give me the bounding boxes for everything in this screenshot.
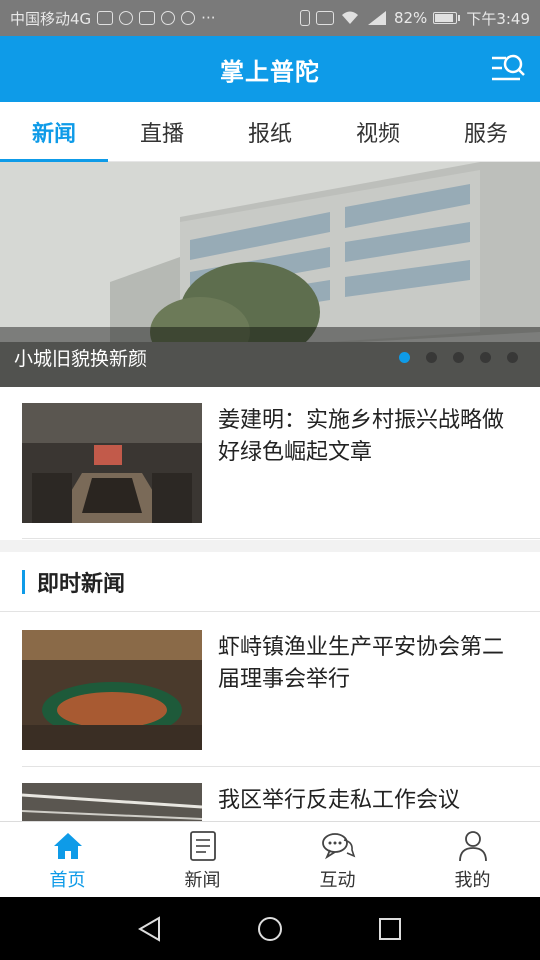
chat-icon xyxy=(321,833,355,860)
status-bar: 中国移动4G ··· 82% 下午3:49 xyxy=(0,0,540,36)
more-notifications-icon: ··· xyxy=(201,9,216,27)
section-gap xyxy=(0,540,540,552)
news-thumbnail xyxy=(22,783,202,821)
divider xyxy=(22,538,540,539)
carrier-label: 中国移动4G xyxy=(10,9,92,28)
back-button[interactable] xyxy=(130,909,170,949)
vibrate-icon xyxy=(299,10,310,26)
nav-news-label: 新闻 xyxy=(184,870,221,891)
tab-service[interactable]: 服务 xyxy=(432,102,540,161)
clock: 下午3:49 xyxy=(466,9,530,28)
search-notification-icon xyxy=(119,11,134,25)
news-title: 虾峙镇渔业生产平安协会第二届理事会举行 xyxy=(218,635,505,692)
news-item[interactable]: 虾峙镇渔业生产平安协会第二届理事会举行 xyxy=(0,630,540,750)
banner-dot[interactable] xyxy=(480,352,491,363)
notification-icon xyxy=(97,11,114,25)
status-right: 82% 下午3:49 xyxy=(299,8,530,29)
news-thumbnail xyxy=(22,403,202,523)
home-circle-icon xyxy=(258,916,282,941)
battery-icon xyxy=(433,12,461,24)
tab-news[interactable]: 新闻 xyxy=(0,102,108,162)
section-accent-bar xyxy=(22,569,25,594)
banner-dot[interactable] xyxy=(399,352,410,363)
banner-dot[interactable] xyxy=(507,352,518,363)
banner-dot[interactable] xyxy=(453,352,464,363)
home-button[interactable] xyxy=(250,909,290,949)
banner-carousel[interactable]: 小城旧貌换新颜 xyxy=(0,162,540,387)
hd-icon xyxy=(315,11,334,25)
message-notification-icon xyxy=(161,11,176,25)
tab-video[interactable]: 视频 xyxy=(324,102,432,161)
battery-percent: 82% xyxy=(393,9,428,27)
status-left: 中国移动4G ··· xyxy=(10,8,215,29)
nav-profile-label: 我的 xyxy=(454,870,491,891)
wifi-icon xyxy=(341,11,358,24)
section-header-instant-news: 即时新闻 xyxy=(0,552,540,612)
divider xyxy=(22,766,540,767)
app-title: 掌上普陀 xyxy=(220,57,320,86)
news-title: 我区举行反走私工作会议 xyxy=(218,788,461,813)
nav-home[interactable]: 首页 xyxy=(0,822,135,897)
nav-interact-label: 互动 xyxy=(319,870,356,891)
user-icon xyxy=(458,831,487,862)
recents-square-icon xyxy=(379,917,401,940)
banner-dot[interactable] xyxy=(426,352,437,363)
menu-search-icon[interactable] xyxy=(490,52,526,86)
bottom-navigation: 首页 新闻 互动 我的 xyxy=(0,821,540,897)
nav-profile[interactable]: 我的 xyxy=(405,822,540,897)
section-title: 即时新闻 xyxy=(37,571,126,597)
recents-button[interactable] xyxy=(370,909,410,949)
tab-live[interactable]: 直播 xyxy=(108,102,216,161)
signal-icon xyxy=(367,11,386,25)
tab-newspaper[interactable]: 报纸 xyxy=(216,102,324,161)
battery-fill xyxy=(435,14,454,22)
nav-news[interactable]: 新闻 xyxy=(135,822,270,897)
news-item[interactable]: 我区举行反走私工作会议 xyxy=(0,783,540,821)
home-icon xyxy=(53,833,82,859)
nav-interact[interactable]: 互动 xyxy=(270,822,405,897)
nav-home-label: 首页 xyxy=(49,870,86,891)
news-thumbnail xyxy=(22,630,202,750)
app-header: 掌上普陀 xyxy=(0,36,540,102)
banner-indicator xyxy=(399,352,518,363)
document-icon xyxy=(189,831,216,861)
category-tabs: 新闻 直播 报纸 视频 服务 xyxy=(0,102,540,162)
news-title: 姜建明：实施乡村振兴战略做好绿色崛起文章 xyxy=(218,408,505,465)
news-item[interactable]: 姜建明：实施乡村振兴战略做好绿色崛起文章 xyxy=(0,403,540,523)
back-triangle-icon xyxy=(138,915,160,942)
app-notification-icon xyxy=(139,11,156,25)
system-navigation-bar xyxy=(0,897,540,960)
wechat-notification-icon xyxy=(181,11,196,25)
